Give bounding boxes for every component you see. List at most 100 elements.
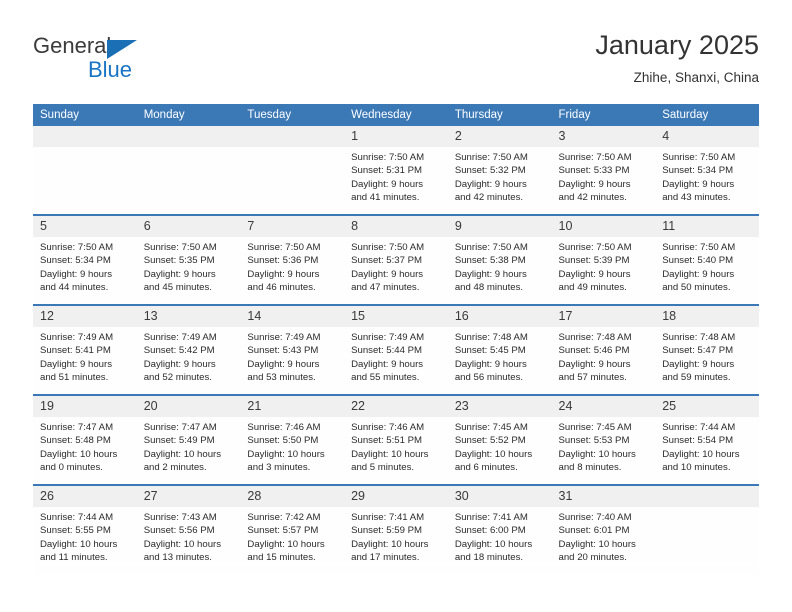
general-blue-logo[interactable]: General Blue (33, 34, 233, 92)
daylight-text-line2: and 6 minutes. (454, 462, 518, 474)
day-number: 23 (447, 396, 552, 417)
day-number: 10 (551, 216, 656, 237)
day-details: Sunrise: 7:44 AM Sunset: 5:54 PM Daylight:… (655, 417, 759, 475)
day-details: Sunrise: 7:50 AM Sunset: 5:40 PM Daylight:… (655, 237, 759, 295)
sunset-text: Sunset: 5:59 PM (351, 525, 423, 537)
daylight-text-line1: Daylight: 10 hours (454, 448, 533, 460)
calendar-day-cell[interactable]: 18 Sunrise: 7:48 AM Sunset: 5:47 PM Dayligh… (655, 304, 759, 395)
day-details: Sunrise: 7:50 AM Sunset: 5:36 PM Daylight:… (240, 237, 344, 295)
daylight-text-line1: Daylight: 9 hours (40, 268, 112, 280)
calendar-day-cell[interactable]: 21 Sunrise: 7:46 AM Sunset: 5:50 PM Dayligh… (240, 394, 345, 485)
sunrise-text: Sunrise: 7:43 AM (143, 512, 217, 523)
calendar-day-cell[interactable]: 30 Sunrise: 7:41 AM Sunset: 6:00 PM Dayligh… (447, 484, 552, 574)
calendar-day-cell[interactable]: 28 Sunrise: 7:42 AM Sunset: 5:57 PM Dayligh… (240, 484, 345, 574)
sunset-text: Sunset: 5:57 PM (247, 525, 319, 537)
calendar-page: General Blue January 2025 Zhihe, Shanxi,… (0, 0, 792, 612)
calendar-day-cell[interactable]: 17 Sunrise: 7:48 AM Sunset: 5:46 PM Dayligh… (551, 304, 656, 395)
day-number: 25 (655, 396, 759, 417)
day-details: Sunrise: 7:49 AM Sunset: 5:43 PM Daylight:… (240, 327, 344, 385)
day-details: Sunrise: 7:40 AM Sunset: 6:01 PM Daylight:… (552, 507, 656, 565)
calendar-day-cell[interactable]: 24 Sunrise: 7:45 AM Sunset: 5:53 PM Dayligh… (551, 394, 656, 485)
day-number: 31 (551, 486, 656, 507)
sunrise-text: Sunrise: 7:49 AM (143, 332, 217, 343)
calendar-day-cell[interactable]: 4 Sunrise: 7:50 AM Sunset: 5:34 PM Daylight… (655, 126, 759, 215)
sunrise-text: Sunrise: 7:50 AM (454, 242, 528, 253)
sunrise-text: Sunrise: 7:46 AM (351, 422, 425, 433)
sunset-text: Sunset: 5:33 PM (558, 165, 630, 177)
calendar-day-cell[interactable]: 1 Sunrise: 7:50 AM Sunset: 5:31 PM Daylight… (344, 126, 448, 215)
daylight-text-line2: and 5 minutes. (351, 462, 415, 474)
daylight-text-line2: and 41 minutes. (351, 192, 420, 204)
daylight-text-line2: and 42 minutes. (454, 192, 524, 204)
day-details: Sunrise: 7:43 AM Sunset: 5:56 PM Daylight:… (137, 507, 241, 565)
daylight-text-line1: Daylight: 9 hours (247, 358, 320, 370)
calendar-day-cell[interactable]: 9 Sunrise: 7:50 AM Sunset: 5:38 PM Daylight… (447, 214, 552, 305)
day-details: Sunrise: 7:48 AM Sunset: 5:45 PM Daylight:… (448, 327, 552, 385)
calendar-day-cell[interactable]: 13 Sunrise: 7:49 AM Sunset: 5:42 PM Dayligh… (136, 304, 241, 395)
daylight-text-line2: and 59 minutes. (662, 372, 731, 384)
daylight-text-line1: Daylight: 9 hours (351, 178, 424, 190)
day-number: 24 (551, 396, 656, 417)
daylight-text-line1: Daylight: 10 hours (143, 448, 222, 460)
sunset-text: Sunset: 5:51 PM (351, 435, 423, 447)
calendar-week-row: 19 Sunrise: 7:47 AM Sunset: 5:48 PM Dayligh… (33, 394, 759, 485)
sunrise-text: Sunrise: 7:44 AM (662, 422, 736, 433)
calendar-day-cell[interactable]: 27 Sunrise: 7:43 AM Sunset: 5:56 PM Dayligh… (136, 484, 241, 574)
day-details: Sunrise: 7:46 AM Sunset: 5:51 PM Daylight:… (344, 417, 448, 475)
calendar-day-cell[interactable]: 19 Sunrise: 7:47 AM Sunset: 5:48 PM Dayligh… (33, 394, 137, 485)
calendar-day-cell[interactable]: 2 Sunrise: 7:50 AM Sunset: 5:32 PM Daylight… (447, 126, 552, 215)
day-number: 1 (344, 126, 448, 147)
calendar-day-cell[interactable]: 3 Sunrise: 7:50 AM Sunset: 5:33 PM Daylight… (551, 126, 656, 215)
day-details: Sunrise: 7:48 AM Sunset: 5:47 PM Daylight:… (655, 327, 759, 385)
daylight-text-line1: Daylight: 9 hours (662, 268, 735, 280)
day-details: Sunrise: 7:50 AM Sunset: 5:39 PM Daylight:… (552, 237, 656, 295)
sunrise-text: Sunrise: 7:48 AM (662, 332, 736, 343)
calendar-day-cell[interactable]: 12 Sunrise: 7:49 AM Sunset: 5:41 PM Dayligh… (33, 304, 137, 395)
calendar-day-cell[interactable]: 23 Sunrise: 7:45 AM Sunset: 5:52 PM Dayligh… (447, 394, 552, 485)
calendar-day-cell[interactable]: 6 Sunrise: 7:50 AM Sunset: 5:35 PM Daylight… (136, 214, 241, 305)
calendar-day-cell[interactable]: 7 Sunrise: 7:50 AM Sunset: 5:36 PM Daylight… (240, 214, 345, 305)
sunrise-text: Sunrise: 7:50 AM (662, 242, 736, 253)
calendar-table: Sunday Monday Tuesday Wednesday Thursday… (33, 104, 759, 574)
calendar-day-cell[interactable]: 11 Sunrise: 7:50 AM Sunset: 5:40 PM Dayligh… (655, 214, 759, 305)
calendar-day-cell-empty (655, 484, 759, 574)
sunrise-text: Sunrise: 7:48 AM (558, 332, 632, 343)
sunrise-text: Sunrise: 7:50 AM (558, 242, 632, 253)
calendar-day-cell[interactable]: 5 Sunrise: 7:50 AM Sunset: 5:34 PM Daylight… (33, 214, 137, 305)
sunrise-text: Sunrise: 7:50 AM (40, 242, 114, 253)
daylight-text-line1: Daylight: 9 hours (143, 358, 216, 370)
calendar-day-cell[interactable]: 8 Sunrise: 7:50 AM Sunset: 5:37 PM Daylight… (344, 214, 448, 305)
calendar-day-cell[interactable]: 22 Sunrise: 7:46 AM Sunset: 5:51 PM Dayligh… (344, 394, 448, 485)
sunrise-text: Sunrise: 7:48 AM (454, 332, 528, 343)
calendar-day-cell[interactable]: 20 Sunrise: 7:47 AM Sunset: 5:49 PM Dayligh… (136, 394, 241, 485)
calendar-day-cell[interactable]: 15 Sunrise: 7:49 AM Sunset: 5:44 PM Dayligh… (344, 304, 448, 395)
daylight-text-line2: and 47 minutes. (351, 282, 420, 294)
day-number: 8 (344, 216, 448, 237)
calendar-week-row: 5 Sunrise: 7:50 AM Sunset: 5:34 PM Daylight… (33, 214, 759, 305)
daylight-text-line1: Daylight: 9 hours (247, 268, 320, 280)
weekday-header-sunday: Sunday (33, 104, 137, 126)
sunset-text: Sunset: 5:45 PM (454, 345, 526, 357)
calendar-day-cell[interactable]: 14 Sunrise: 7:49 AM Sunset: 5:43 PM Dayligh… (240, 304, 345, 395)
calendar-day-cell-empty (33, 126, 137, 215)
calendar-day-cell[interactable]: 31 Sunrise: 7:40 AM Sunset: 6:01 PM Dayligh… (551, 484, 656, 574)
day-number: 3 (551, 126, 656, 147)
day-details: Sunrise: 7:41 AM Sunset: 5:59 PM Daylight:… (344, 507, 448, 565)
daylight-text-line2: and 56 minutes. (454, 372, 524, 384)
day-number (655, 486, 759, 507)
sunrise-text: Sunrise: 7:45 AM (558, 422, 632, 433)
daylight-text-line1: Daylight: 9 hours (662, 178, 735, 190)
calendar-day-cell[interactable]: 16 Sunrise: 7:48 AM Sunset: 5:45 PM Dayligh… (447, 304, 552, 395)
day-number: 18 (655, 306, 759, 327)
calendar-day-cell[interactable]: 26 Sunrise: 7:44 AM Sunset: 5:55 PM Dayligh… (33, 484, 137, 574)
calendar-day-cell[interactable]: 10 Sunrise: 7:50 AM Sunset: 5:39 PM Dayligh… (551, 214, 656, 305)
weekday-header-monday: Monday (136, 104, 241, 126)
day-number: 30 (447, 486, 552, 507)
day-details: Sunrise: 7:47 AM Sunset: 5:49 PM Daylight:… (137, 417, 241, 475)
day-details: Sunrise: 7:49 AM Sunset: 5:41 PM Daylight:… (33, 327, 137, 385)
daylight-text-line2: and 50 minutes. (662, 282, 731, 294)
calendar-day-cell[interactable]: 25 Sunrise: 7:44 AM Sunset: 5:54 PM Dayligh… (655, 394, 759, 485)
calendar-day-cell[interactable]: 29 Sunrise: 7:41 AM Sunset: 5:59 PM Dayligh… (344, 484, 448, 574)
sunset-text: Sunset: 5:48 PM (40, 435, 111, 447)
daylight-text-line2: and 52 minutes. (143, 372, 212, 384)
